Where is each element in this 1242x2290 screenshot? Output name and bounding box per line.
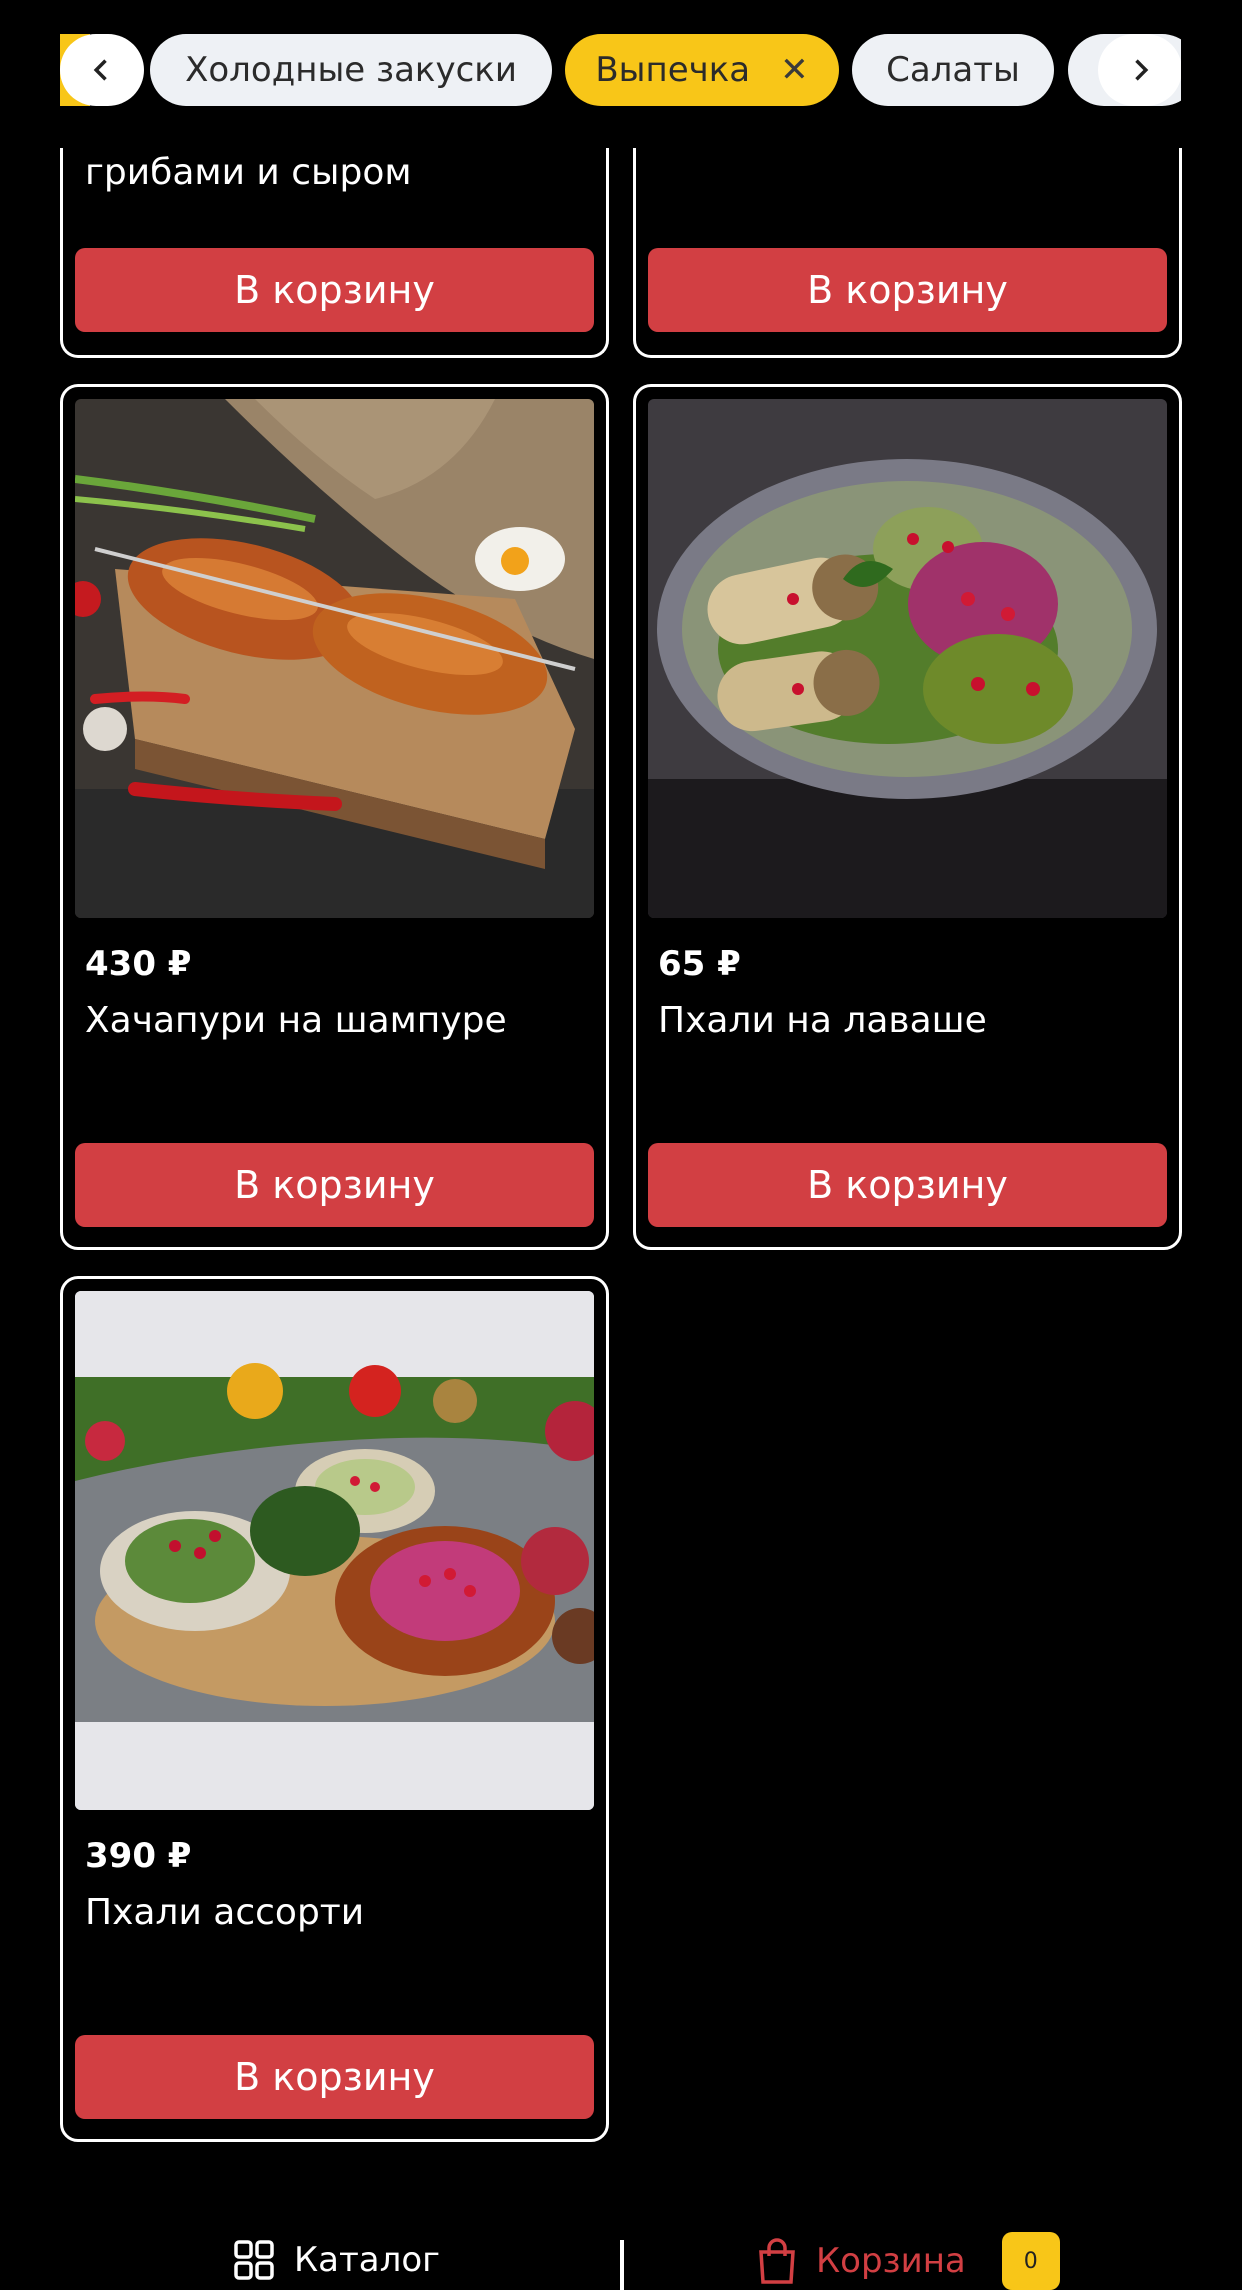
chevron-right-icon [1135, 59, 1149, 81]
shopping-bag-icon [759, 2238, 795, 2284]
product-price: 430 ₽ [85, 944, 192, 984]
product-name: грибами и сыром [85, 152, 412, 193]
product-name: Хачапури на шампуре [85, 1000, 507, 1041]
chip-cold-appetizers[interactable]: Холодные закуски [150, 34, 552, 106]
cart-count-badge: 0 [1001, 2232, 1060, 2290]
scroll-left-button[interactable] [60, 34, 144, 106]
tab-cart[interactable]: Корзина 0 [756, 2232, 1060, 2290]
add-to-cart-button[interactable]: В корзину [75, 1143, 594, 1227]
add-to-cart-button[interactable]: В корзину [75, 248, 594, 332]
product-card[interactable]: 430 ₽ Хачапури на шампуре В корзину [60, 384, 609, 1250]
product-card[interactable]: 65 ₽ Пхали на лаваше В корзину [633, 384, 1182, 1250]
product-image-pkhali-assorti[interactable] [75, 1291, 594, 1810]
product-price: 390 ₽ [85, 1836, 192, 1876]
product-name: Пхали ассорти [85, 1892, 365, 1933]
product-card[interactable]: 390 ₽ Пхали ассорти В корзину [60, 1276, 609, 2142]
category-chips: Холодные закуски Выпечка ✕ Салаты [60, 34, 1181, 106]
grid-icon [234, 2240, 274, 2280]
product-name: Пхали на лаваше [658, 1000, 987, 1041]
product-card: грибами и сыром В корзину [60, 148, 609, 358]
close-icon[interactable]: ✕ [780, 50, 809, 90]
scroll-right-button[interactable] [1098, 34, 1181, 106]
add-to-cart-button[interactable]: В корзину [648, 1143, 1167, 1227]
product-image-pkhali-lavash[interactable] [648, 399, 1167, 918]
chip-pastry[interactable]: Выпечка ✕ [565, 34, 839, 106]
product-card: В корзину [633, 148, 1182, 358]
chip-salads[interactable]: Салаты [852, 34, 1054, 106]
add-to-cart-button[interactable]: В корзину [648, 248, 1167, 332]
product-price: 65 ₽ [658, 944, 741, 984]
tab-divider [620, 2240, 624, 2290]
add-to-cart-button[interactable]: В корзину [75, 2035, 594, 2119]
product-image-khachapuri[interactable] [75, 399, 594, 918]
tab-catalog[interactable]: Каталог [234, 2240, 440, 2280]
chevron-left-icon [93, 59, 107, 81]
